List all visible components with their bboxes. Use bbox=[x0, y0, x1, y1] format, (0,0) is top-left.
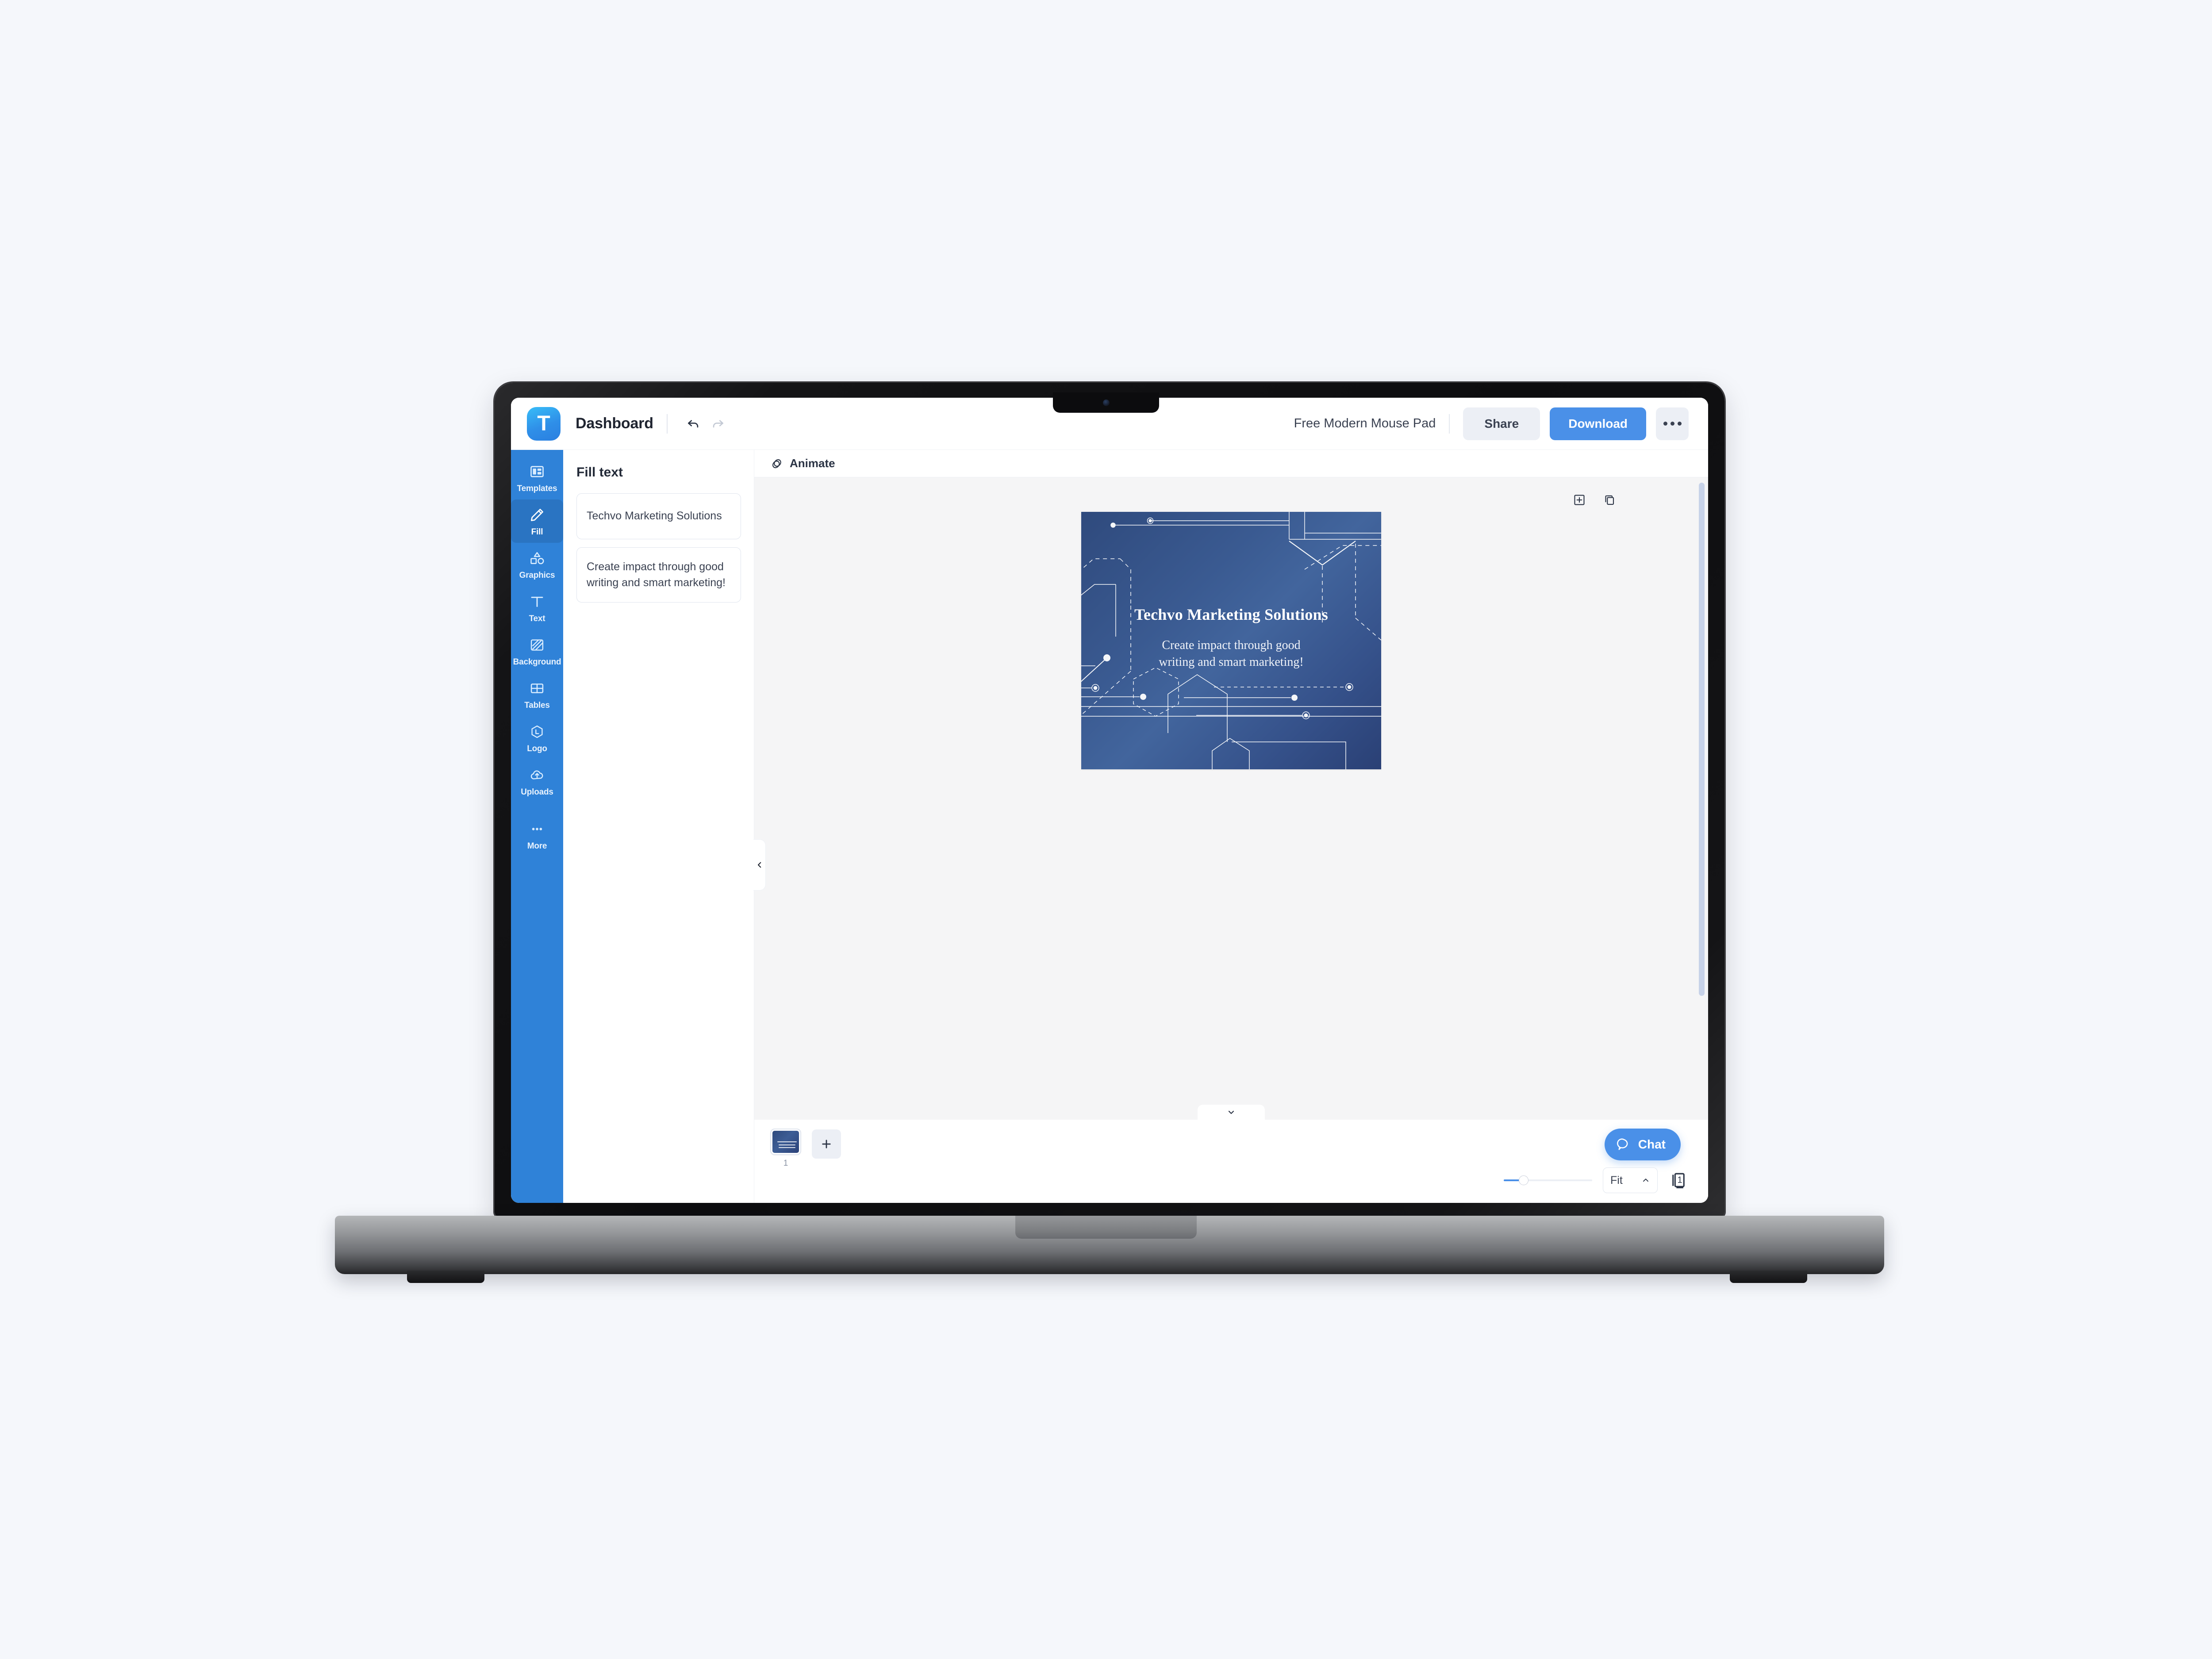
page-title: Fill text bbox=[576, 465, 623, 480]
undo-icon bbox=[687, 420, 699, 427]
add-page-button[interactable] bbox=[1573, 493, 1586, 507]
chat-label: Chat bbox=[1638, 1137, 1666, 1151]
sidebar-item-templates[interactable]: Templates bbox=[511, 456, 563, 499]
page-count-number: 1 bbox=[1677, 1175, 1682, 1185]
zoom-slider-handle[interactable] bbox=[1519, 1175, 1528, 1185]
sidebar-item-label: Uploads bbox=[521, 787, 553, 797]
laptop-mockup: T Dashboard Free Modern Mouse Pad Share … bbox=[0, 0, 2212, 1659]
dashboard-link[interactable]: Dashboard bbox=[576, 415, 653, 432]
logo-hexagon-icon bbox=[528, 723, 546, 741]
sidebar-item-text[interactable]: Text bbox=[511, 586, 563, 630]
page-number-label: 1 bbox=[783, 1159, 788, 1168]
slide-title: Techvo Marketing Solutions bbox=[1134, 606, 1328, 623]
toolbar-divider bbox=[666, 414, 668, 434]
fill-text-input-2[interactable]: Create impact through good writing and s… bbox=[576, 547, 741, 603]
zoom-slider[interactable] bbox=[1504, 1173, 1592, 1188]
app-logo[interactable]: T bbox=[527, 407, 561, 441]
slide-text-block: Techvo Marketing Solutions Create impact… bbox=[1081, 606, 1381, 670]
chevron-up-icon bbox=[1643, 1179, 1648, 1182]
animate-icon bbox=[772, 459, 781, 468]
app-window: T Dashboard Free Modern Mouse Pad Share … bbox=[511, 398, 1708, 1203]
share-button[interactable]: Share bbox=[1463, 407, 1540, 440]
sidebar-item-tables[interactable]: Tables bbox=[511, 673, 563, 716]
fill-text-input-1[interactable]: Techvo Marketing Solutions bbox=[576, 493, 741, 539]
canvas-tools bbox=[1573, 493, 1616, 507]
zoom-controls: Fit 1 bbox=[1504, 1167, 1689, 1193]
sidebar-item-more[interactable]: More bbox=[511, 814, 563, 857]
animate-label: Animate bbox=[790, 457, 835, 470]
page-count-button[interactable]: 1 bbox=[1668, 1170, 1689, 1190]
app-logo-letter: T bbox=[537, 411, 550, 435]
redo-icon bbox=[713, 420, 723, 427]
duplicate-page-button[interactable] bbox=[1603, 493, 1616, 507]
chevron-down-icon bbox=[1228, 1110, 1234, 1114]
chevron-left-icon bbox=[757, 862, 761, 868]
app-body: Templates Fill Graphics Text Background … bbox=[511, 450, 1708, 1203]
zoom-level-value: Fit bbox=[1610, 1174, 1623, 1187]
templates-icon bbox=[528, 463, 546, 480]
slide-subtitle: Create impact through good writing and s… bbox=[1108, 637, 1355, 670]
add-page-tile-button[interactable] bbox=[812, 1129, 841, 1159]
sidebar-item-uploads[interactable]: Uploads bbox=[511, 760, 563, 803]
add-square-icon bbox=[1574, 495, 1585, 505]
animate-button[interactable]: Animate bbox=[770, 457, 835, 470]
sidebar-item-label: Text bbox=[529, 614, 545, 623]
sidebar-item-label: Background bbox=[513, 657, 561, 667]
page-thumbnail-1[interactable] bbox=[770, 1129, 801, 1155]
background-icon bbox=[528, 636, 546, 654]
editor-area: Animate Techvo Marketing Solutions Creat… bbox=[754, 450, 1708, 1203]
redo-button[interactable] bbox=[706, 411, 730, 436]
sidebar-item-label: Fill bbox=[531, 527, 543, 537]
slide-canvas[interactable]: Techvo Marketing Solutions Create impact… bbox=[1081, 512, 1381, 769]
sidebar-item-fill[interactable]: Fill bbox=[511, 499, 563, 543]
panel-collapse-button[interactable] bbox=[753, 839, 766, 891]
document-title[interactable]: Free Modern Mouse Pad bbox=[1294, 416, 1436, 431]
canvas-stage: Techvo Marketing Solutions Create impact… bbox=[754, 477, 1708, 1120]
canvas-expand-button[interactable] bbox=[1198, 1105, 1265, 1120]
chat-button[interactable]: Chat bbox=[1604, 1129, 1681, 1160]
laptop-trackpad-notch bbox=[1015, 1216, 1197, 1239]
slide-subtitle-line-2: writing and smart marketing! bbox=[1159, 655, 1304, 669]
sidebar-item-label: Templates bbox=[517, 484, 557, 493]
sidebar-item-logo[interactable]: Logo bbox=[511, 716, 563, 760]
fill-text-panel: Fill text Techvo Marketing Solutions Cre… bbox=[563, 450, 766, 1203]
ellipsis-icon bbox=[1663, 422, 1682, 426]
shapes-icon bbox=[528, 549, 546, 567]
sidebar-item-graphics[interactable]: Graphics bbox=[511, 543, 563, 586]
laptop-foot-right bbox=[1730, 1271, 1807, 1283]
pencil-icon bbox=[528, 506, 546, 524]
sidebar-item-label: Tables bbox=[524, 701, 550, 710]
text-icon bbox=[528, 593, 546, 611]
sidebar-item-label: Logo bbox=[527, 744, 547, 753]
undo-button[interactable] bbox=[681, 411, 706, 436]
plus-icon bbox=[822, 1140, 831, 1148]
table-icon bbox=[528, 680, 546, 697]
chat-bubble-icon bbox=[1617, 1138, 1628, 1150]
zoom-level-select[interactable]: Fit bbox=[1603, 1167, 1658, 1193]
laptop-screen: T Dashboard Free Modern Mouse Pad Share … bbox=[511, 398, 1708, 1203]
ellipsis-icon bbox=[528, 820, 546, 838]
page-thumbnail-wrap: 1 bbox=[770, 1129, 801, 1168]
upload-cloud-icon bbox=[528, 766, 546, 784]
slide-subtitle-line-1: Create impact through good bbox=[1162, 638, 1301, 653]
canvas-scrollbar[interactable] bbox=[1699, 483, 1705, 996]
sidebar-item-label: More bbox=[527, 841, 547, 851]
sidebar-item-label: Graphics bbox=[519, 571, 555, 580]
duplicate-icon bbox=[1605, 495, 1614, 505]
more-options-button[interactable] bbox=[1656, 407, 1689, 440]
sidebar-item-background[interactable]: Background bbox=[511, 630, 563, 673]
download-button[interactable]: Download bbox=[1550, 407, 1646, 440]
laptop-camera bbox=[1103, 399, 1110, 406]
animate-toolbar: Animate bbox=[754, 450, 1708, 477]
tool-rail: Templates Fill Graphics Text Background … bbox=[511, 450, 563, 1203]
laptop-foot-left bbox=[407, 1271, 484, 1283]
document-title-divider bbox=[1449, 414, 1450, 434]
